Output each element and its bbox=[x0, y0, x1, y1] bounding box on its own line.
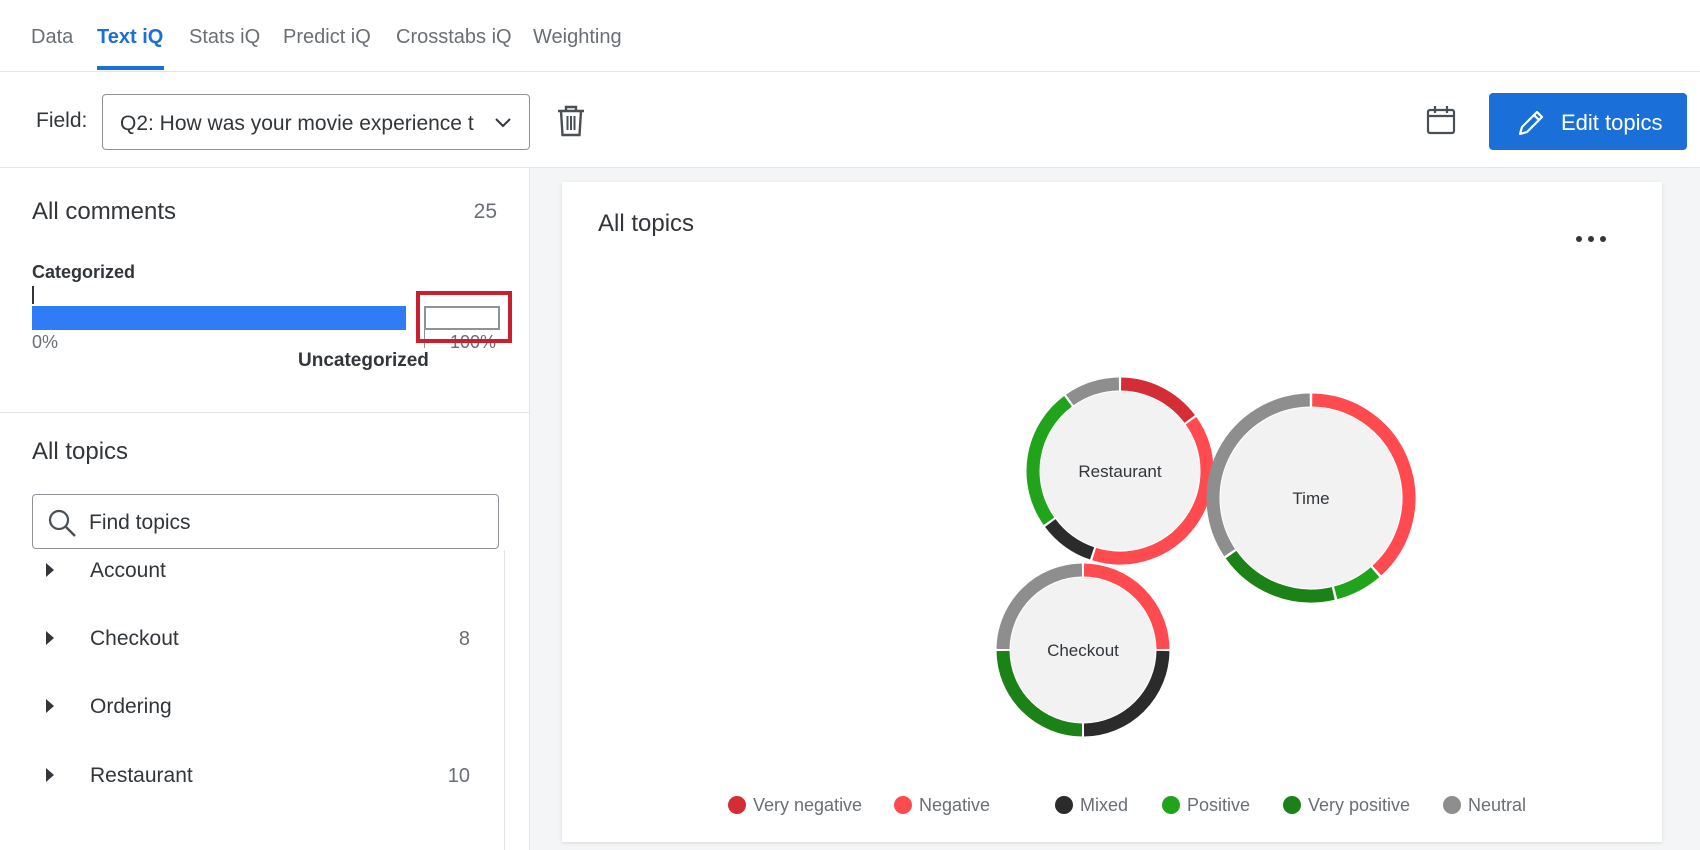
legend-label: Negative bbox=[919, 795, 991, 815]
tab-stats-iq[interactable]: Stats iQ bbox=[189, 26, 260, 49]
expand-caret-icon[interactable] bbox=[46, 768, 54, 782]
tab-predict-iq[interactable]: Predict iQ bbox=[283, 26, 371, 49]
bubble-label: Time bbox=[1292, 489, 1329, 508]
categorized-fill bbox=[32, 306, 406, 330]
topic-bubble-restaurant[interactable]: Restaurant bbox=[1026, 377, 1214, 565]
toolbar: Field: Q2: How was your movie experience… bbox=[0, 72, 1700, 168]
tab-crosstabs-iq[interactable]: Crosstabs iQ bbox=[396, 26, 512, 49]
section-divider bbox=[0, 412, 530, 413]
topic-name: Restaurant bbox=[90, 764, 193, 787]
topic-count: 10 bbox=[447, 765, 470, 787]
all-topics-title: All topics bbox=[32, 438, 129, 465]
field-select-value: Q2: How was your movie experience t bbox=[120, 112, 474, 135]
topic-row-restaurant[interactable]: Restaurant 10 bbox=[0, 756, 505, 796]
search-icon bbox=[48, 509, 76, 537]
topic-name: Account bbox=[90, 559, 166, 582]
legend-label: Mixed bbox=[1080, 795, 1129, 815]
uncategorized-label: Uncategorized bbox=[298, 350, 429, 371]
chevron-down-icon bbox=[495, 118, 511, 128]
bubble-label: Restaurant bbox=[1078, 462, 1161, 481]
legend-label: Very negative bbox=[753, 795, 863, 815]
all-comments-count: 25 bbox=[473, 200, 497, 223]
topic-row-checkout[interactable]: Checkout 8 bbox=[0, 619, 505, 659]
legend-label: Very positive bbox=[1308, 795, 1411, 815]
topic-name: Checkout bbox=[90, 627, 179, 650]
find-topics-placeholder: Find topics bbox=[89, 511, 191, 534]
chart-legend: Very negative Negative Mixed Positive Very p… bbox=[562, 790, 1662, 820]
legend-label: Positive bbox=[1187, 795, 1251, 815]
field-select[interactable]: Q2: How was your movie experience t bbox=[102, 94, 530, 150]
calendar-icon[interactable] bbox=[1426, 105, 1456, 135]
top-tab-bar: Data Text iQ Stats iQ Predict iQ Crossta… bbox=[0, 0, 1700, 72]
bubble-label: Checkout bbox=[1047, 641, 1119, 660]
all-comments-title: All comments bbox=[32, 198, 177, 225]
topic-row-account[interactable]: Account bbox=[0, 551, 505, 591]
edit-topics-label: Edit topics bbox=[1561, 110, 1663, 135]
legend-swatch bbox=[894, 796, 912, 814]
main-panel: All topics Restaurant Time Checkout Very n… bbox=[530, 168, 1700, 850]
categorized-label: Categorized bbox=[32, 262, 136, 282]
legend-swatch bbox=[1055, 796, 1073, 814]
bar-min-label: 0% bbox=[32, 332, 59, 352]
expand-caret-icon[interactable] bbox=[46, 563, 54, 577]
topic-name: Ordering bbox=[90, 695, 172, 718]
topics-chart-card: All topics Restaurant Time Checkout Very n… bbox=[562, 182, 1662, 842]
tab-weighting[interactable]: Weighting bbox=[533, 26, 622, 49]
topic-count: 8 bbox=[458, 628, 470, 650]
edit-topics-button[interactable]: Edit topics bbox=[1489, 93, 1687, 150]
topic-bubble-checkout[interactable]: Checkout bbox=[996, 563, 1170, 737]
tab-text-iq[interactable]: Text iQ bbox=[97, 26, 163, 49]
highlight-box bbox=[416, 291, 512, 343]
legend-label: Neutral bbox=[1468, 795, 1527, 815]
tab-data[interactable]: Data bbox=[31, 26, 73, 49]
field-label: Field: bbox=[36, 109, 88, 132]
find-topics-input[interactable]: Find topics bbox=[32, 494, 499, 549]
legend-swatch bbox=[1162, 796, 1180, 814]
trash-icon[interactable] bbox=[556, 104, 586, 138]
expand-caret-icon[interactable] bbox=[46, 699, 54, 713]
pencil-icon bbox=[1518, 110, 1544, 136]
bar-start-tick bbox=[32, 286, 34, 304]
topic-list: Account Checkout 8 Ordering Restaurant 1… bbox=[0, 550, 505, 850]
topic-bubble-time[interactable]: Time bbox=[1206, 393, 1416, 603]
active-tab-indicator bbox=[97, 66, 164, 70]
topic-bubble-chart: Restaurant Time Checkout bbox=[996, 377, 1416, 737]
left-panel: All comments 25 Categorized 0% 100% Unca… bbox=[0, 168, 530, 850]
topic-row-ordering[interactable]: Ordering bbox=[0, 687, 505, 727]
expand-caret-icon[interactable] bbox=[46, 631, 54, 645]
legend-swatch bbox=[1283, 796, 1301, 814]
legend-swatch bbox=[728, 796, 746, 814]
legend-swatch bbox=[1443, 796, 1461, 814]
